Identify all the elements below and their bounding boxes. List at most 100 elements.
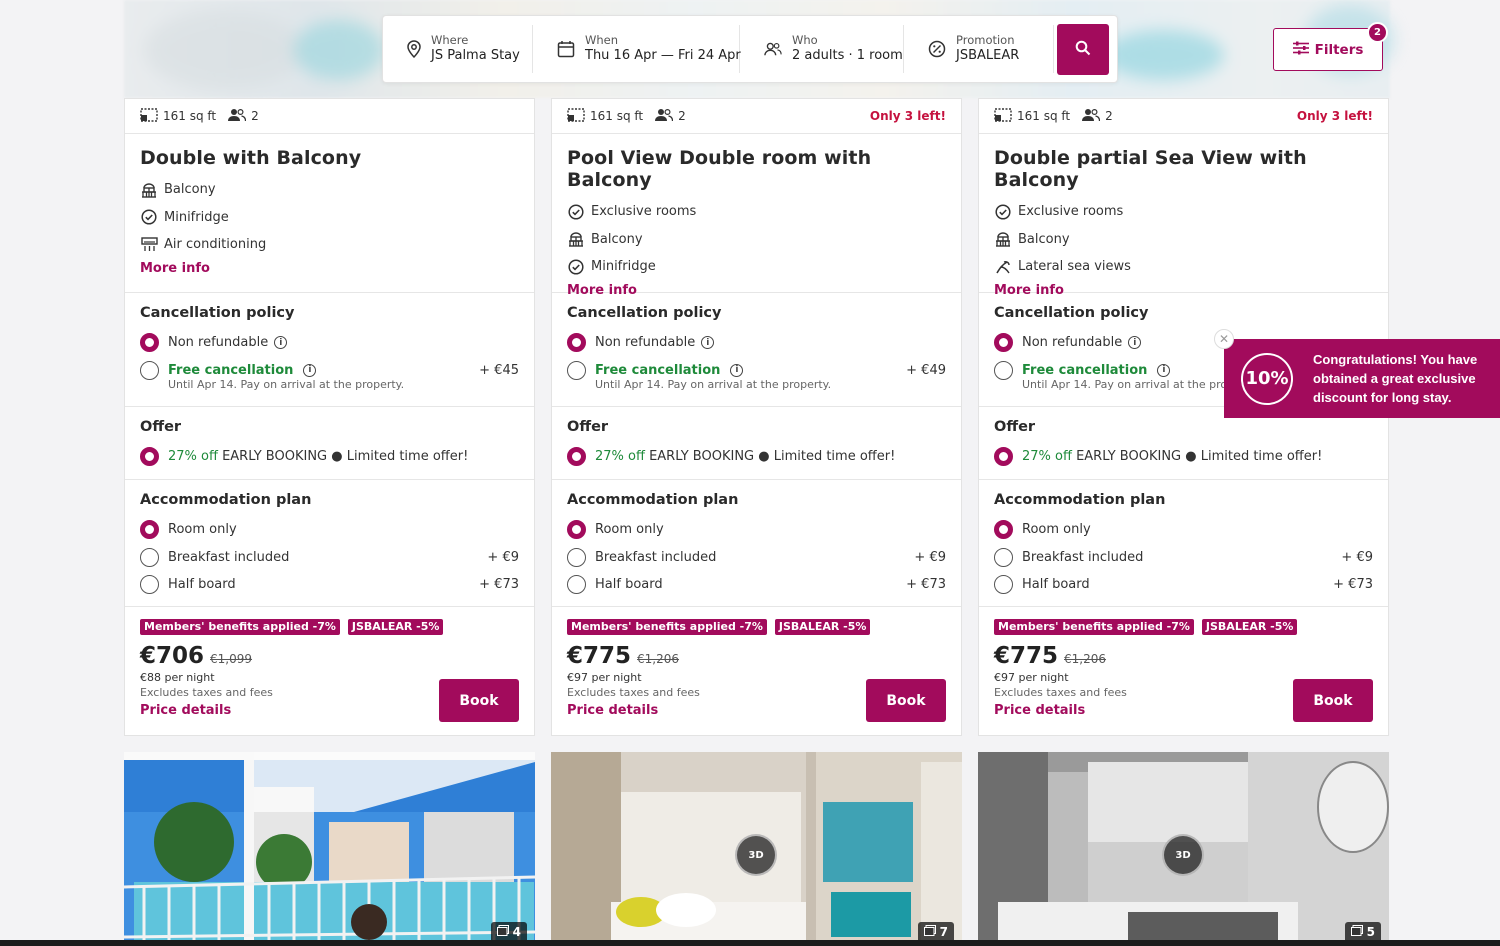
radio-selected[interactable] — [567, 333, 586, 353]
3d-tour-button[interactable]: 3D — [1162, 834, 1204, 876]
early-booking-option[interactable]: 27% off EARLY BOOKING ● Limited time off… — [567, 443, 946, 471]
radio-unselected[interactable] — [567, 575, 586, 595]
amenity-label: Minifridge — [591, 259, 656, 275]
info-icon[interactable]: i — [701, 336, 715, 350]
room-only-option[interactable]: Room only — [994, 516, 1373, 544]
members-badge: Members' benefits applied -7% — [140, 619, 340, 635]
book-button[interactable]: Book — [439, 679, 519, 722]
radio-selected[interactable] — [994, 520, 1013, 540]
room-only-label: Room only — [1022, 522, 1091, 538]
room-only-option[interactable]: Room only — [140, 516, 519, 544]
room-only-option[interactable]: Room only — [567, 516, 946, 544]
price-row: €775 €1,206 — [994, 643, 1373, 669]
radio-unselected[interactable] — [994, 575, 1013, 595]
info-icon[interactable]: i — [274, 336, 288, 350]
photo-count-badge: 7 — [917, 922, 954, 942]
room-info: Pool View Double room with Balcony Exclu… — [552, 134, 961, 298]
half-board-price: + €73 — [906, 577, 946, 593]
3d-tour-button[interactable]: 3D — [735, 834, 777, 876]
promotion-label: Promotion — [956, 33, 1015, 47]
non-refundable-option[interactable]: Non refundable i — [140, 329, 519, 357]
members-badge: Members' benefits applied -7% — [994, 619, 1194, 635]
room-photo[interactable]: 4 — [124, 752, 535, 942]
room-title: Double with Balcony — [140, 147, 362, 169]
amenity-item: Minifridge — [140, 204, 519, 232]
offer-title: Offer — [140, 419, 182, 435]
radio-unselected[interactable] — [567, 547, 586, 567]
amenity-label: Minifridge — [164, 209, 229, 225]
book-button[interactable]: Book — [1293, 679, 1373, 722]
room-photo[interactable]: 3D 5 — [978, 752, 1389, 942]
room-guests-value: 2 — [678, 109, 686, 123]
info-icon[interactable]: i — [1128, 336, 1142, 350]
price-section: Members' benefits applied -7% JSBALEAR -… — [552, 607, 961, 735]
book-button[interactable]: Book — [866, 679, 946, 722]
amenity-item: Exclusive rooms — [994, 198, 1373, 226]
radio-unselected[interactable] — [994, 360, 1013, 380]
radio-selected[interactable] — [567, 447, 586, 467]
breakfast-option[interactable]: Breakfast included + €9 — [567, 544, 946, 572]
radio-unselected[interactable] — [140, 547, 159, 567]
plan-title: Accommodation plan — [994, 492, 1166, 508]
when-field[interactable]: When Thu 16 Apr — Fri 24 Apr — [533, 25, 741, 73]
half-board-option[interactable]: Half board + €73 — [567, 571, 946, 599]
info-icon[interactable]: i — [303, 363, 317, 377]
radio-unselected[interactable] — [140, 360, 159, 380]
breakfast-option[interactable]: Breakfast included + €9 — [140, 544, 519, 572]
check-circle-icon — [567, 203, 585, 221]
half-board-option[interactable]: Half board + €73 — [994, 571, 1373, 599]
radio-selected[interactable] — [994, 447, 1013, 467]
breakfast-option[interactable]: Breakfast included + €9 — [994, 544, 1373, 572]
balcony-icon — [567, 230, 585, 248]
free-cancellation-option[interactable]: Free cancellation i + €49 — [567, 357, 946, 385]
info-icon[interactable]: i — [1157, 363, 1171, 377]
amenity-item: Balcony — [140, 176, 519, 204]
radio-unselected[interactable] — [140, 575, 159, 595]
more-info-link[interactable]: More info — [140, 261, 519, 276]
early-booking-option[interactable]: 27% off EARLY BOOKING ● Limited time off… — [140, 443, 519, 471]
price-row: €775 €1,206 — [567, 643, 946, 669]
amenity-label: Lateral sea views — [1018, 259, 1131, 275]
info-icon[interactable]: i — [730, 363, 744, 377]
room-guests-value: 2 — [1105, 109, 1113, 123]
availability-warning: Only 3 left! — [869, 109, 946, 123]
sliders-icon — [1292, 41, 1315, 59]
radio-unselected[interactable] — [994, 547, 1013, 567]
photo-count-badge: 5 — [1344, 922, 1381, 942]
free-cancellation-label: Free cancellation — [1022, 362, 1148, 378]
radio-selected[interactable] — [140, 520, 159, 540]
gallery-icon — [923, 925, 940, 939]
area-icon — [567, 107, 590, 125]
amenity-item: Lateral sea views — [994, 253, 1373, 281]
search-button[interactable] — [1057, 24, 1109, 75]
amenity-label: Balcony — [1018, 231, 1070, 247]
radio-selected[interactable] — [567, 520, 586, 540]
radio-selected[interactable] — [140, 333, 159, 353]
half-board-label: Half board — [595, 577, 663, 593]
non-refundable-option[interactable]: Non refundable i — [567, 329, 946, 357]
members-badge: Members' benefits applied -7% — [567, 619, 767, 635]
room-photo[interactable]: 3D 7 — [551, 752, 962, 942]
amenity-item: Minifridge — [567, 253, 946, 281]
breakfast-label: Breakfast included — [1022, 549, 1144, 565]
who-field[interactable]: Who 2 adults · 1 room — [740, 25, 904, 73]
free-cancellation-label: Free cancellation — [595, 362, 721, 378]
offer-discount: 27% off — [168, 449, 218, 465]
area-icon — [994, 107, 1017, 125]
promotion-field[interactable]: Promotion JSBALEAR — [904, 25, 1054, 73]
price-row: €706 €1,099 — [140, 643, 519, 669]
early-booking-option[interactable]: 27% off EARLY BOOKING ● Limited time off… — [994, 443, 1373, 471]
radio-unselected[interactable] — [567, 360, 586, 380]
room-size: 161 sq ft — [140, 107, 216, 125]
promotion-value: JSBALEAR — [956, 48, 1020, 63]
half-board-option[interactable]: Half board + €73 — [140, 571, 519, 599]
check-circle-icon — [140, 208, 158, 226]
where-field[interactable]: Where JS Palma Stay — [383, 25, 533, 73]
radio-selected[interactable] — [994, 333, 1013, 353]
offer-section: Offer 27% off EARLY BOOKING ● Limited ti… — [552, 407, 961, 480]
balcony-icon — [140, 181, 158, 199]
close-icon[interactable]: ✕ — [1214, 329, 1234, 349]
radio-selected[interactable] — [140, 447, 159, 467]
free-cancellation-option[interactable]: Free cancellation i + €45 — [140, 357, 519, 385]
promo-badge: JSBALEAR -5% — [1201, 619, 1298, 635]
